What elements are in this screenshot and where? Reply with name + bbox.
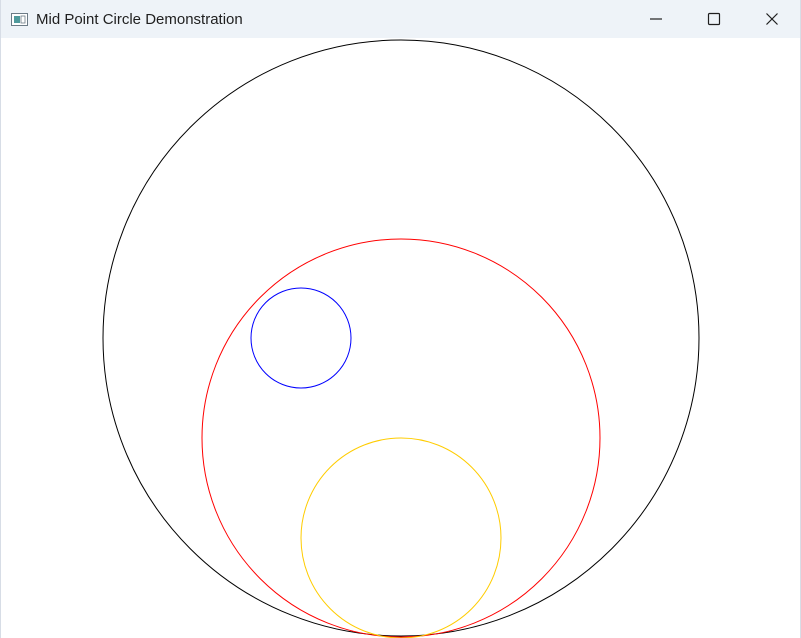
- app-window-icon: [11, 13, 28, 26]
- window-title: Mid Point Circle Demonstration: [36, 11, 243, 28]
- small-circle: [250, 287, 352, 389]
- minimize-icon: [649, 12, 663, 26]
- bottom-circle: [300, 437, 502, 638]
- maximize-button[interactable]: [685, 0, 743, 38]
- close-button[interactable]: [743, 0, 800, 38]
- app-window: Mid Point Circle Demonstration: [0, 0, 801, 638]
- close-icon: [765, 12, 779, 26]
- outer-circle: [102, 39, 700, 637]
- maximize-icon: [707, 12, 721, 26]
- minimize-button[interactable]: [627, 0, 685, 38]
- title-bar[interactable]: Mid Point Circle Demonstration: [1, 0, 800, 38]
- drawing-canvas: [1, 38, 800, 638]
